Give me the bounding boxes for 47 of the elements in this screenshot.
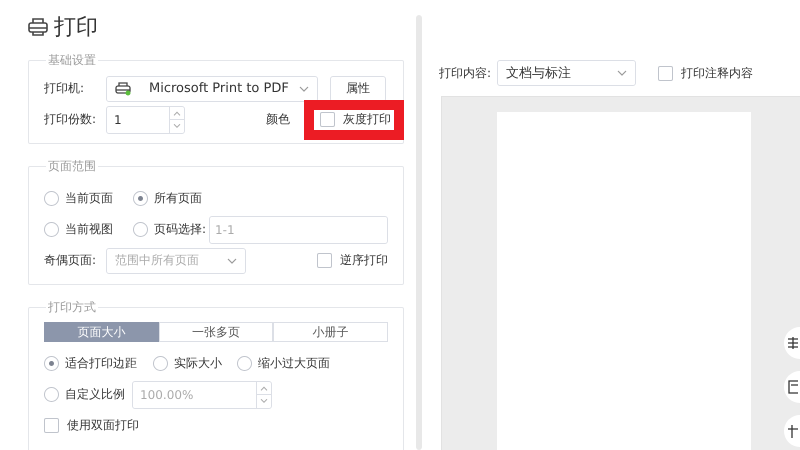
chevron-down-icon <box>227 258 237 264</box>
checkbox-label: 使用双面打印 <box>67 417 139 434</box>
dialog-title: 打印 <box>54 14 98 42</box>
printer-icon <box>115 82 131 96</box>
group-title: 页面范围 <box>47 158 97 175</box>
radio-button[interactable] <box>44 356 59 371</box>
field-label: 打印机: <box>44 80 86 97</box>
checkbox-label: 打印注释内容 <box>681 64 754 82</box>
mode-tab[interactable]: 小册子 <box>273 322 388 342</box>
radio-button[interactable] <box>44 222 59 237</box>
radio-label: 缩小过大页面 <box>258 355 330 372</box>
radio-label: 所有页面 <box>154 190 202 207</box>
mode-tab[interactable]: 一张多页 <box>158 322 274 342</box>
radio-label: 适合打印边距 <box>65 355 137 372</box>
document-icon <box>788 380 798 394</box>
group-title: 基础设置 <box>47 52 97 69</box>
radio-button[interactable] <box>44 387 59 402</box>
printer-icon <box>28 18 48 36</box>
radio-label: 页码选择: <box>154 221 206 238</box>
checkbox-label: 灰度打印 <box>343 111 391 128</box>
field-label: 奇偶页面: <box>44 252 98 269</box>
radio-label: 当前视图 <box>65 221 113 238</box>
printer-dropdown[interactable]: Microsoft Print to PDF <box>106 76 318 102</box>
field-label: 颜色 <box>266 111 290 128</box>
radio-button[interactable] <box>237 356 252 371</box>
radio-label: 自定义比例 <box>65 386 125 403</box>
radio-button[interactable] <box>44 191 59 206</box>
group-title: 打印方式 <box>47 299 97 316</box>
field-label: 打印内容: <box>439 64 492 82</box>
chevron-down-icon <box>299 86 309 92</box>
checkbox[interactable] <box>320 112 335 127</box>
chevron-down-icon <box>617 70 628 76</box>
checkbox[interactable] <box>44 418 59 433</box>
radio-button[interactable] <box>133 222 148 237</box>
plus-icon <box>788 424 798 438</box>
checkbox-label: 逆序打印 <box>340 252 388 269</box>
checkbox[interactable] <box>658 66 674 80</box>
radio-label: 当前页面 <box>65 190 113 207</box>
field-label: 打印份数: <box>44 111 98 128</box>
content-dropdown[interactable]: 文档与标注 <box>497 60 636 86</box>
properties-button[interactable]: 属性 <box>330 76 386 102</box>
radio-button[interactable] <box>133 191 148 206</box>
radio-button[interactable] <box>153 356 168 371</box>
radio-label: 实际大小 <box>174 355 222 372</box>
checkbox[interactable] <box>317 253 332 268</box>
lines-icon <box>788 336 798 350</box>
copies-spinner[interactable]: 1 <box>106 106 185 134</box>
